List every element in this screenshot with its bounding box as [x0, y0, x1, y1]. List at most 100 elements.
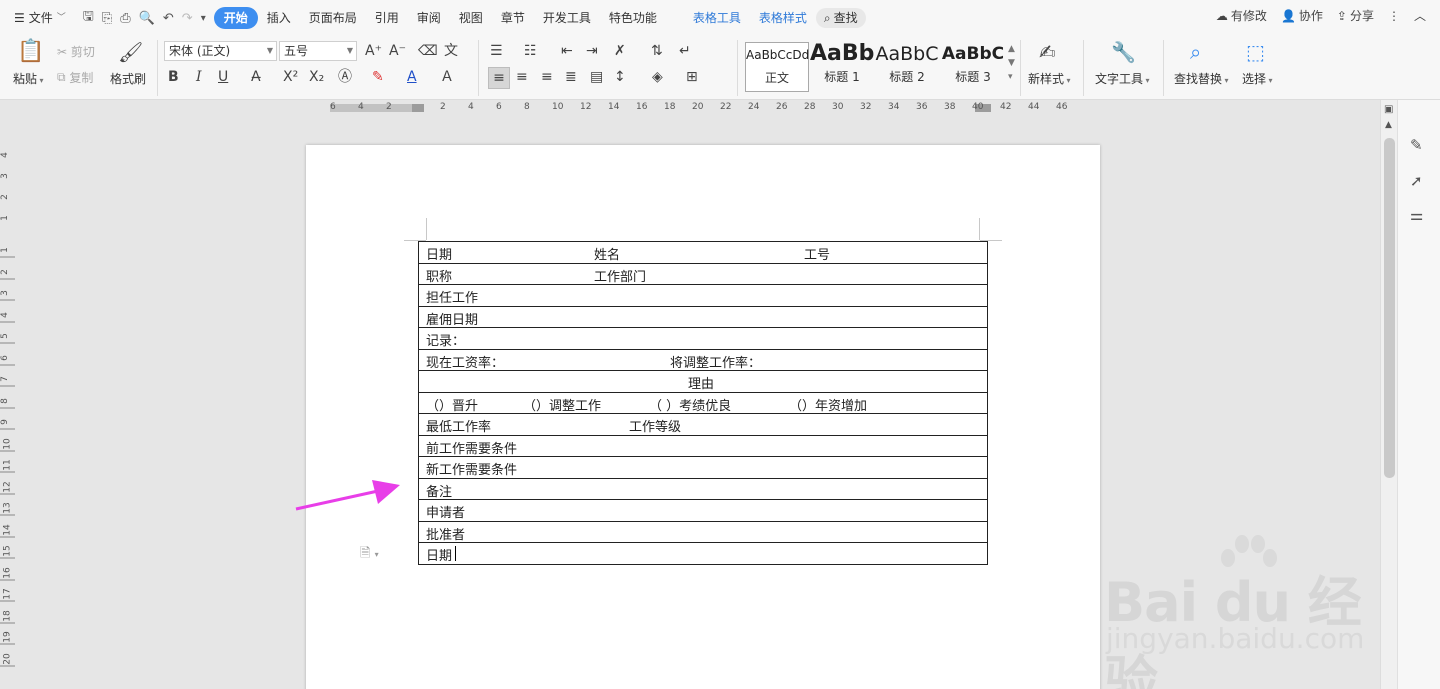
pointer-icon[interactable]: ➚	[1410, 172, 1423, 190]
print-preview-icon[interactable]: 🔍	[139, 11, 155, 26]
font-name-select[interactable]: 宋体 (正文) ▼	[164, 41, 277, 61]
superscript-icon[interactable]: X²	[283, 69, 298, 85]
table-cell[interactable]: 职称 工作部门	[418, 262, 988, 285]
tab-insert[interactable]: 插入	[258, 7, 300, 29]
table-cell[interactable]: 理由	[418, 370, 988, 393]
file-menu[interactable]: ☰ 文件 ﹀	[0, 7, 75, 29]
chinese-layout-icon[interactable]: ✗	[614, 43, 626, 59]
horizontal-ruler[interactable]: 6 4 2 2 4 6 8 10 12 14 16 18 20 22 24 26 28 30 32 34 36 38 40 4…	[0, 100, 1380, 117]
shrink-font-icon[interactable]: A⁻	[389, 43, 406, 59]
changes-button[interactable]: ☁ 有修改	[1216, 7, 1267, 24]
style-heading-1[interactable]: AaBb 标题 1	[810, 42, 874, 92]
increase-indent-icon[interactable]: ⇥	[586, 43, 598, 59]
table-cell[interactable]: 前工作需要条件	[418, 434, 988, 457]
tab-home[interactable]: 开始	[213, 7, 258, 29]
tab-developer[interactable]: 开发工具	[534, 7, 600, 29]
style-heading-2[interactable]: AaBbC 标题 2	[875, 42, 939, 92]
tab-references[interactable]: 引用	[366, 7, 408, 29]
font-size-select[interactable]: 五号 ▼	[279, 41, 357, 61]
underline-button[interactable]: U	[218, 69, 228, 85]
table-cell[interactable]: 担任工作	[418, 284, 988, 307]
select-button[interactable]: 选择 ▾	[1242, 70, 1273, 87]
document-page[interactable]: 日期 姓名 工号 职称 工作部门 担任工作 雇佣日期 记录： 现在工资率： 将调…	[306, 145, 1100, 689]
align-right-icon[interactable]: ≡	[541, 69, 553, 85]
new-style-button[interactable]: 新样式 ▾	[1028, 70, 1071, 87]
line-spacing-icon[interactable]: ↕	[614, 69, 626, 85]
table-cell[interactable]: 雇佣日期	[418, 305, 988, 328]
table-cell[interactable]: （）晋升 （）调整工作 （ ）考绩优良 （）年资增加	[418, 391, 988, 414]
decrease-indent-icon[interactable]: ⇤	[561, 43, 573, 59]
wrench-icon[interactable]: 🔧	[1111, 40, 1136, 64]
highlight-icon[interactable]: ✎	[372, 69, 384, 85]
text-tools-button[interactable]: 文字工具 ▾	[1095, 70, 1150, 87]
grow-font-icon[interactable]: A⁺	[365, 43, 382, 59]
paste-icon[interactable]: 📋	[17, 40, 44, 64]
indent-marker[interactable]	[412, 104, 424, 112]
settings-sliders-icon[interactable]: ⚌	[1410, 206, 1423, 224]
table-cell[interactable]: 最低工作率 工作等级	[418, 413, 988, 436]
text-effect-icon[interactable]: Ⓐ	[338, 69, 352, 85]
table-cell[interactable]: 记录：	[418, 327, 988, 350]
form-table[interactable]: 日期 姓名 工号 职称 工作部门 担任工作 雇佣日期 记录： 现在工资率： 将调…	[418, 241, 988, 565]
scroll-thumb[interactable]	[1384, 138, 1395, 478]
scroll-up-icon[interactable]: ▲	[1385, 120, 1392, 130]
save-icon[interactable]: 🖫	[83, 7, 94, 29]
more-icon[interactable]: ⋮	[1388, 9, 1400, 23]
tab-review[interactable]: 审阅	[408, 7, 450, 29]
distribute-icon[interactable]: ▤	[590, 69, 603, 85]
table-cell[interactable]: 日期	[418, 542, 988, 565]
strikethrough-icon[interactable]: A̶	[251, 69, 261, 85]
tab-page-layout[interactable]: 页面布局	[300, 7, 366, 29]
cut-button[interactable]: ✂ 剪切	[57, 43, 95, 60]
bold-button[interactable]: B	[168, 69, 179, 85]
char-border-icon[interactable]: Ａ	[440, 69, 454, 85]
pen-icon[interactable]: ✎	[1410, 136, 1423, 154]
share-button[interactable]: ⇪ 分享	[1337, 7, 1374, 24]
customize-icon[interactable]: ▾	[201, 13, 206, 24]
subscript-icon[interactable]: X₂	[309, 69, 324, 85]
redo-icon[interactable]: ↷	[182, 11, 193, 26]
find-replace-icon[interactable]: ⌕	[1190, 40, 1201, 64]
vertical-ruler[interactable]: 4 3 2 1 1 2 3 4 5 6 7 8 9 10 11 12 13 14 15 16 17 18 19 20	[0, 117, 15, 689]
table-cell[interactable]: 备注	[418, 477, 988, 500]
table-cell[interactable]: 申请者	[418, 499, 988, 522]
justify-icon[interactable]: ≣	[565, 69, 577, 85]
vertical-scrollbar[interactable]: ▣ ▲	[1380, 100, 1397, 689]
export-pdf-icon[interactable]: ⎘	[102, 11, 112, 26]
borders-icon[interactable]: ⊞	[686, 69, 698, 85]
print-icon[interactable]: ⎙	[120, 11, 130, 26]
table-cell[interactable]: 现在工资率： 将调整工作率：	[418, 348, 988, 371]
collab-button[interactable]: 👤 协作	[1281, 7, 1323, 24]
style-heading-3[interactable]: AaBbC 标题 3	[940, 42, 1006, 92]
align-center-icon[interactable]: ≡	[516, 69, 528, 85]
collapse-ribbon-icon[interactable]: ︿	[1414, 7, 1426, 24]
format-painter-icon[interactable]: 🖌	[118, 40, 143, 64]
tab-table-tools[interactable]: 表格工具	[684, 7, 750, 29]
sort-icon[interactable]: ⇅	[651, 43, 663, 59]
paragraph-marker-icon[interactable]: 🗎 ▾	[360, 544, 379, 566]
search-button[interactable]: ⌕ 查找	[815, 8, 866, 28]
tab-view[interactable]: 视图	[450, 7, 492, 29]
new-style-icon[interactable]: ✍	[1039, 40, 1056, 64]
phonetic-icon[interactable]: 文	[444, 43, 458, 59]
copy-button[interactable]: ⧉ 复制	[57, 69, 93, 86]
scroll-option-icon[interactable]: ▣	[1384, 104, 1393, 115]
numbered-list-icon[interactable]: ☷	[524, 43, 537, 59]
tab-special-features[interactable]: 特色功能	[600, 7, 666, 29]
show-marks-icon[interactable]: ↵	[679, 43, 691, 59]
clear-format-icon[interactable]: ⌫	[418, 43, 438, 59]
align-left-icon[interactable]: ≡	[488, 67, 510, 89]
style-normal[interactable]: AaBbCcDd 正文	[745, 42, 809, 92]
undo-icon[interactable]: ↶	[163, 11, 174, 26]
select-icon[interactable]: ⬚	[1246, 40, 1265, 64]
shading-icon[interactable]: ◈	[652, 69, 663, 85]
table-cell[interactable]: 批准者	[418, 520, 988, 543]
tab-table-style[interactable]: 表格样式	[750, 7, 816, 29]
italic-button[interactable]: I	[196, 69, 202, 85]
table-cell[interactable]: 新工作需要条件	[418, 456, 988, 479]
bullet-list-icon[interactable]: ☰	[490, 43, 503, 59]
table-cell[interactable]: 日期 姓名 工号	[418, 241, 988, 264]
format-painter-button[interactable]: 格式刷	[110, 70, 146, 87]
paste-button[interactable]: 粘贴 ▾	[13, 70, 44, 87]
gallery-scroll-icon[interactable]: ▲ ▼ ▾	[1008, 42, 1015, 84]
